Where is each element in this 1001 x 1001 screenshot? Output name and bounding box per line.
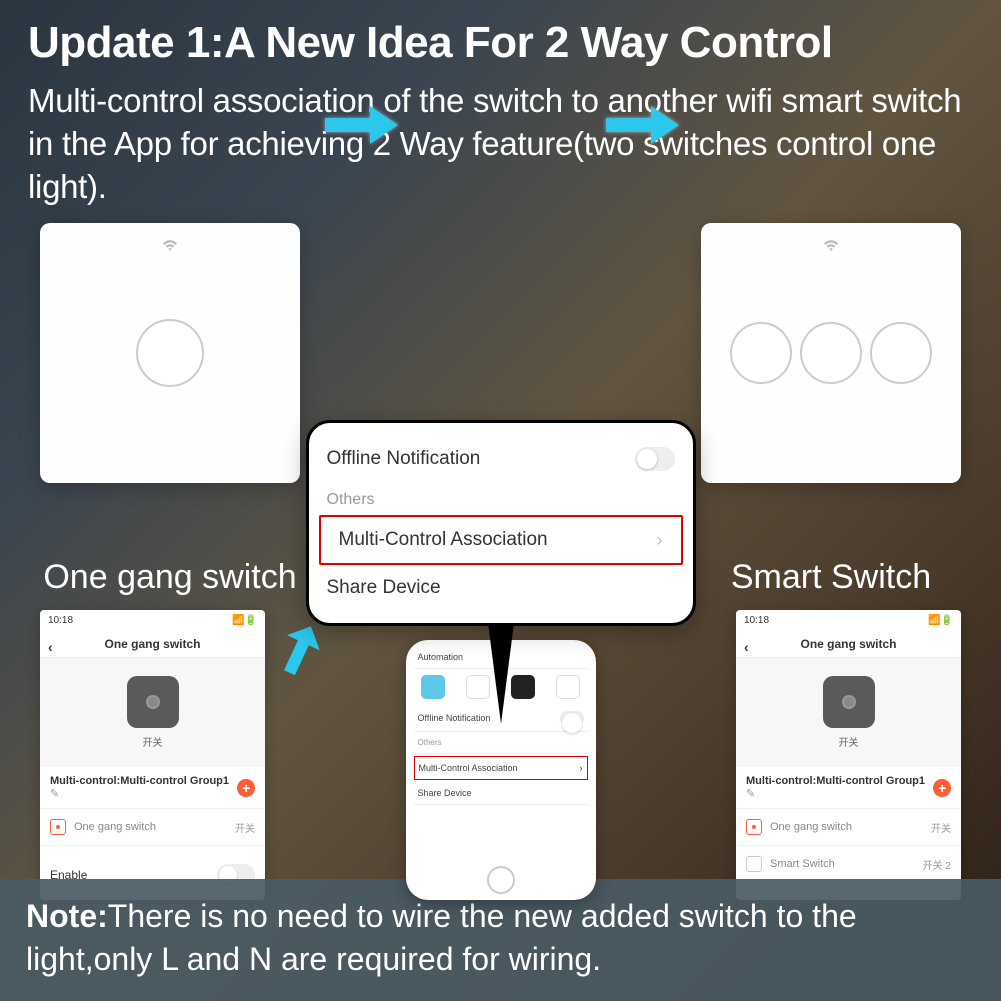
page-title: Update 1:A New Idea For 2 Way Control — [28, 18, 973, 68]
add-icon[interactable]: + — [237, 779, 255, 797]
device-label: 开关 — [40, 734, 265, 749]
alexa-icon[interactable] — [421, 675, 445, 699]
wifi-icon — [820, 237, 842, 253]
back-icon[interactable]: ‹ — [744, 639, 749, 655]
home-button-icon[interactable] — [487, 866, 515, 894]
note-text: There is no need to wire the new added s… — [26, 898, 857, 977]
group-header: Multi-control:Multi-control Group1 ✎ + — [736, 767, 961, 809]
multi-control-row[interactable]: Multi-Control Association› — [414, 756, 588, 780]
checkbox-icon[interactable] — [746, 819, 762, 835]
checkbox-icon[interactable] — [50, 819, 66, 835]
group-header: Multi-control:Multi-control Group1 ✎ + — [40, 767, 265, 809]
switch-button[interactable] — [800, 322, 862, 384]
list-item[interactable]: One gang switch 开关 — [40, 809, 265, 846]
arrow-right-icon — [601, 100, 681, 150]
settings-popup: Offline Notification Others Multi-Contro… — [306, 420, 696, 626]
device-preview: 开关 — [40, 658, 265, 767]
switch-buttons — [730, 322, 932, 384]
chevron-right-icon: › — [580, 763, 583, 773]
share-label: Share Device — [327, 577, 441, 599]
header: Update 1:A New Idea For 2 Way Control — [0, 0, 1001, 76]
switch-button[interactable] — [870, 322, 932, 384]
wifi-icon — [159, 237, 181, 253]
left-switch-label: One gang switch — [40, 558, 300, 597]
group-name: Multi-control:Multi-control Group1 — [50, 775, 229, 787]
group-name: Multi-control:Multi-control Group1 — [746, 775, 925, 787]
footer-text: Note:There is no need to wire the new ad… — [26, 895, 975, 981]
tmall-icon[interactable] — [556, 675, 580, 699]
right-switch-panel — [701, 223, 961, 483]
signal-icon: 📶🔋 — [232, 615, 257, 626]
others-section: Others — [309, 483, 693, 515]
left-app-screenshot: 10:18📶🔋 ‹ One gang switch 开关 Multi-contr… — [40, 610, 265, 900]
arrow-up-icon — [270, 620, 330, 680]
offline-label: Offline Notification — [327, 448, 481, 470]
device-icon[interactable] — [823, 676, 875, 728]
chevron-right-icon: › — [657, 530, 663, 551]
checkbox-icon[interactable] — [746, 856, 762, 872]
multi-control-row[interactable]: Multi-Control Association › — [319, 515, 683, 565]
subtitle: Multi-control association of the switch … — [0, 76, 1001, 223]
multi-control-label: Multi-Control Association — [339, 529, 548, 551]
note-prefix: Note: — [26, 898, 108, 934]
toggle-icon[interactable] — [560, 711, 584, 725]
offline-notification-row[interactable]: Offline Notification — [309, 435, 693, 483]
list-item[interactable]: One gang switch 开关 — [736, 809, 961, 846]
right-switch-label: Smart Switch — [701, 558, 961, 597]
share-device-row[interactable]: Share Device — [309, 565, 693, 611]
switch-buttons — [136, 319, 204, 387]
share-row[interactable]: Share Device — [414, 782, 588, 805]
toggle-icon[interactable] — [635, 447, 675, 471]
left-switch-panel — [40, 223, 300, 483]
arrow-right-icon — [320, 100, 400, 150]
add-icon[interactable]: + — [933, 779, 951, 797]
title-prefix: Update 1: — [28, 18, 224, 67]
edit-icon[interactable]: ✎ — [50, 788, 59, 800]
device-label: 开关 — [736, 734, 961, 749]
back-icon[interactable]: ‹ — [48, 639, 53, 655]
status-bar: 10:18📶🔋 — [736, 610, 961, 631]
signal-icon: 📶🔋 — [928, 615, 953, 626]
header-title: One gang switch — [104, 637, 200, 651]
list-item[interactable]: Smart Switch 开关 2 — [736, 846, 961, 883]
switch-button[interactable] — [136, 319, 204, 387]
header-title: One gang switch — [800, 637, 896, 651]
title-text: A New Idea For 2 Way Control — [224, 18, 833, 67]
app-header: ‹ One gang switch — [40, 631, 265, 658]
device-icon[interactable] — [127, 676, 179, 728]
others-label: Others — [414, 732, 588, 754]
edit-icon[interactable]: ✎ — [746, 788, 755, 800]
switch-button[interactable] — [730, 322, 792, 384]
app-header: ‹ One gang switch — [736, 631, 961, 658]
device-preview: 开关 — [736, 658, 961, 767]
right-app-screenshot: 10:18📶🔋 ‹ One gang switch 开关 Multi-contr… — [736, 610, 961, 900]
status-bar: 10:18📶🔋 — [40, 610, 265, 631]
